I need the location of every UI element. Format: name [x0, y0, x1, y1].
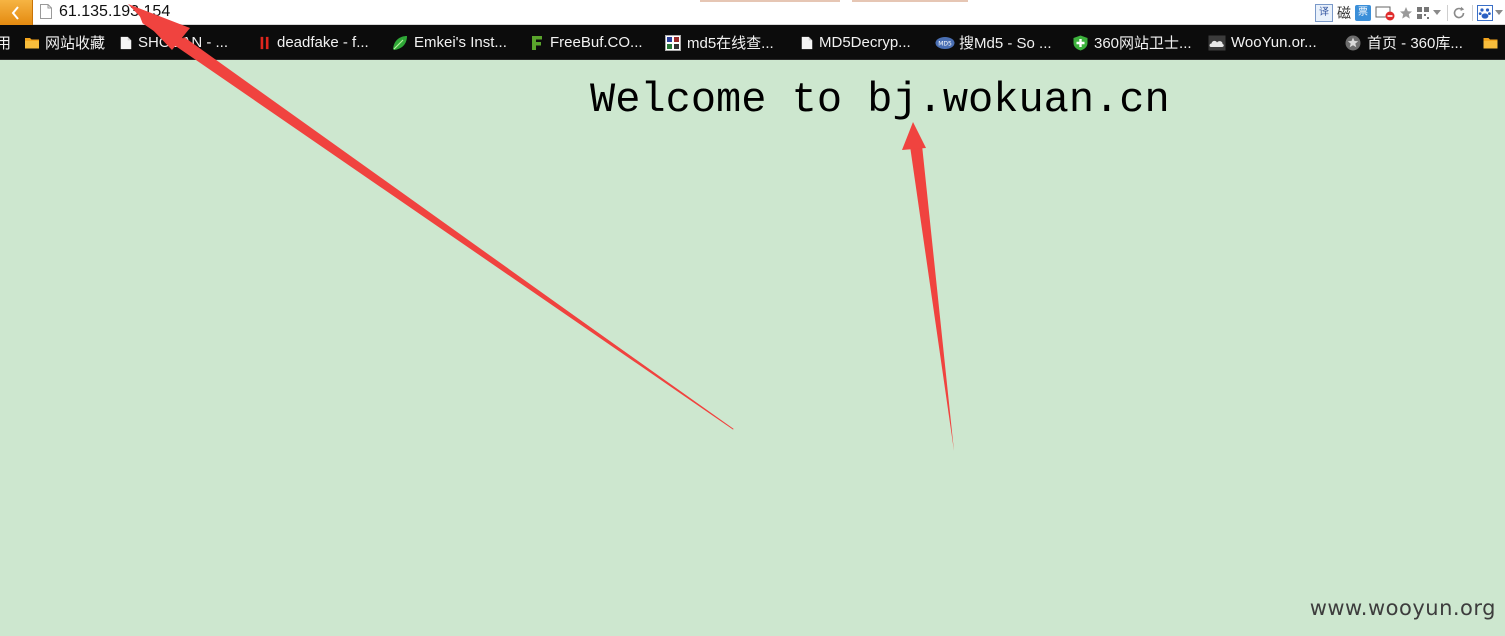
star-badge-icon — [1345, 35, 1361, 50]
magnet-button[interactable]: 磁 — [1337, 4, 1351, 22]
favorite-button[interactable] — [1399, 4, 1413, 22]
bookmark-label: MD5Decryp... — [819, 34, 911, 51]
bookmark-shodan[interactable]: SHODAN - ... — [119, 25, 229, 59]
url-field[interactable]: 61.135.193.154 — [59, 2, 170, 22]
tab-strip-decoration — [700, 0, 840, 2]
ticket-button[interactable]: 票 — [1355, 4, 1371, 22]
bookmark-label: 360网站卫士... — [1094, 35, 1192, 52]
toolbar-right: 译 磁 票 — [1311, 0, 1505, 25]
bookmark-label: 搜Md5 - So ... — [959, 35, 1052, 52]
bookmark-label: 首页 - 360库... — [1367, 35, 1463, 52]
adblock-icon — [1375, 6, 1395, 20]
folder-icon — [25, 37, 39, 48]
bookmark-folder-overflow[interactable] — [1482, 25, 1504, 59]
leaf-icon — [393, 35, 407, 50]
toolbar-divider — [1472, 4, 1473, 21]
bookmark-label: FreeBuf.CO... — [550, 34, 643, 51]
adblock-button[interactable] — [1375, 4, 1395, 22]
bookmark-label: md5在线查... — [687, 35, 774, 52]
dropdown-button[interactable] — [1433, 4, 1441, 22]
grid-icon — [665, 34, 681, 51]
search-engine-button[interactable] — [1477, 4, 1503, 22]
md5-badge-icon: MD5 — [935, 36, 955, 49]
bookmark-label: deadfake - f... — [277, 34, 369, 51]
bookmark-deadfake[interactable]: deadfake - f... — [258, 25, 369, 59]
bookmark-md5decrypt[interactable]: MD5Decryp... — [800, 25, 911, 59]
bookmark-360-library[interactable]: 首页 - 360库... — [1344, 25, 1463, 59]
browser-window: 61.135.193.154 译 磁 票 网站收藏 SHODAN - ... d… — [0, 0, 1505, 636]
watermark: www.wooyun.org — [1309, 596, 1496, 620]
bookmark-folder-favorites[interactable]: 网站收藏 — [24, 25, 106, 59]
toolbar-divider — [1447, 4, 1448, 21]
caret-down-icon — [1495, 9, 1503, 15]
page-content: Welcome to bj.wokuan.cn www.wooyun.org — [0, 60, 1505, 636]
refresh-icon — [1453, 6, 1465, 18]
chevron-left-icon — [11, 5, 19, 20]
star-icon — [1400, 6, 1412, 19]
qrcode-button[interactable] — [1417, 4, 1429, 22]
bookmark-sou-md5[interactable]: MD5 搜Md5 - So ... — [935, 25, 1052, 59]
bookmark-wooyun[interactable]: WooYun.or... — [1208, 25, 1317, 59]
bookmark-emkei[interactable]: Emkei's Inst... — [391, 25, 507, 59]
page-icon — [801, 36, 813, 49]
bookmark-label: WooYun.or... — [1231, 34, 1317, 51]
caret-down-icon — [1433, 9, 1441, 15]
back-button[interactable] — [0, 0, 33, 25]
bookmarks-bar: 用 网站收藏 SHODAN - ... deadfake - f... — [0, 25, 1505, 60]
page-icon — [120, 36, 132, 49]
bookmark-360-guard[interactable]: 360网站卫士... — [1072, 25, 1192, 59]
welcome-heading: Welcome to bj.wokuan.cn — [590, 76, 1170, 124]
bookmark-md5-query[interactable]: md5在线查... — [664, 25, 774, 59]
bookmark-label: 用 — [0, 32, 11, 53]
tab-strip-decoration — [852, 0, 968, 2]
blank-page-icon — [40, 4, 52, 19]
qrcode-icon — [1417, 6, 1429, 19]
translate-icon: 译 — [1315, 3, 1333, 22]
refresh-button[interactable] — [1452, 4, 1466, 22]
bookmark-apps[interactable]: 用 — [0, 25, 11, 59]
ticket-icon: 票 — [1355, 4, 1371, 21]
baidu-paw-icon — [1477, 4, 1493, 21]
cloud-icon — [1208, 35, 1226, 50]
folder-icon — [1483, 37, 1498, 48]
translate-button[interactable]: 译 — [1315, 3, 1333, 22]
f-logo-icon — [532, 35, 542, 50]
magnet-icon: 磁 — [1337, 5, 1351, 22]
bookmark-label: 网站收藏 — [45, 35, 106, 52]
bookmark-label: Emkei's Inst... — [414, 34, 507, 51]
bookmark-freebuf[interactable]: FreeBuf.CO... — [529, 25, 643, 59]
bookmark-label: SHODAN - ... — [138, 34, 229, 51]
address-bar: 61.135.193.154 译 磁 票 — [0, 0, 1505, 25]
double-bar-icon — [260, 36, 269, 49]
shield-icon — [1073, 35, 1088, 50]
svg-text:MD5: MD5 — [938, 40, 952, 47]
